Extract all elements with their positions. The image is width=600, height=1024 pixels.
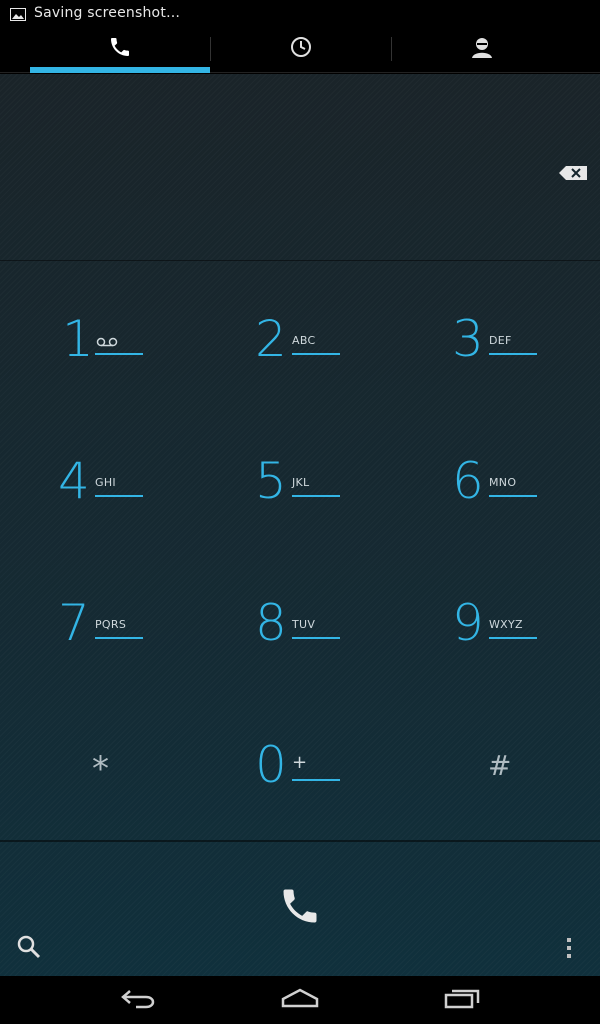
key-4[interactable]: 4 GHI bbox=[20, 416, 180, 526]
clock-icon bbox=[290, 36, 312, 62]
key-6[interactable]: 6 MNO bbox=[414, 416, 574, 526]
key-underline bbox=[489, 637, 537, 639]
home-button[interactable] bbox=[270, 984, 330, 1016]
key-9[interactable]: 9 WXYZ bbox=[414, 558, 574, 668]
key-letters: + bbox=[292, 752, 308, 773]
digits-field[interactable] bbox=[0, 74, 600, 260]
key-digit: 1 bbox=[62, 310, 94, 368]
back-button[interactable] bbox=[108, 984, 168, 1016]
overflow-menu-button[interactable] bbox=[562, 936, 576, 962]
key-digit: 9 bbox=[452, 594, 484, 652]
tab-contacts[interactable] bbox=[392, 25, 572, 73]
key-digit: # bbox=[488, 749, 512, 782]
phone-icon bbox=[108, 35, 132, 63]
notification-text: Saving screenshot… bbox=[34, 4, 181, 21]
key-3[interactable]: 3 DEF bbox=[414, 274, 574, 384]
key-digit: * bbox=[92, 749, 109, 789]
key-underline bbox=[292, 779, 340, 781]
search-icon bbox=[16, 935, 42, 964]
digits-divider bbox=[0, 260, 600, 261]
key-star[interactable]: * bbox=[20, 700, 180, 810]
key-8[interactable]: 8 TUV bbox=[217, 558, 377, 668]
key-digit: 6 bbox=[452, 452, 484, 510]
backspace-button[interactable] bbox=[558, 165, 588, 181]
key-underline bbox=[95, 637, 143, 639]
tab-selected-indicator bbox=[30, 67, 210, 73]
overflow-menu-icon bbox=[562, 938, 576, 966]
key-digit: 5 bbox=[255, 452, 287, 510]
key-letters: ABC bbox=[292, 334, 316, 347]
key-letters: MNO bbox=[489, 476, 517, 489]
phone-icon bbox=[278, 884, 322, 932]
key-letters: DEF bbox=[489, 334, 512, 347]
key-letters: WXYZ bbox=[489, 618, 523, 631]
backspace-icon bbox=[558, 166, 588, 185]
key-underline bbox=[292, 495, 340, 497]
key-letters: JKL bbox=[292, 476, 310, 489]
key-underline bbox=[489, 495, 537, 497]
tab-call-log[interactable] bbox=[211, 25, 391, 73]
key-2[interactable]: 2 ABC bbox=[217, 274, 377, 384]
key-digit: 4 bbox=[58, 452, 90, 510]
tab-bar bbox=[0, 25, 600, 73]
keypad-divider bbox=[0, 840, 600, 842]
image-icon bbox=[10, 6, 26, 21]
tab-dialpad[interactable] bbox=[30, 25, 210, 73]
key-5[interactable]: 5 JKL bbox=[217, 416, 377, 526]
key-letters: TUV bbox=[292, 618, 316, 631]
contacts-icon bbox=[471, 36, 493, 62]
back-icon bbox=[120, 987, 156, 1013]
call-button[interactable] bbox=[270, 878, 330, 938]
key-underline bbox=[95, 353, 143, 355]
key-1[interactable]: 1 bbox=[20, 274, 180, 384]
key-7[interactable]: 7 PQRS bbox=[20, 558, 180, 668]
key-underline bbox=[489, 353, 537, 355]
recents-button[interactable] bbox=[432, 984, 492, 1016]
key-letters: PQRS bbox=[95, 618, 127, 631]
dialer-panel: 1 2 ABC 3 DEF 4 GHI 5 JKL 6 MNO 7 PQRS 8… bbox=[0, 74, 600, 976]
key-underline bbox=[292, 353, 340, 355]
key-letters: GHI bbox=[95, 476, 116, 489]
voicemail-icon bbox=[96, 332, 118, 351]
key-digit: 2 bbox=[255, 310, 287, 368]
key-underline bbox=[95, 495, 143, 497]
key-digit: 0 bbox=[255, 736, 287, 794]
recents-icon bbox=[444, 987, 480, 1013]
key-digit: 7 bbox=[58, 594, 90, 652]
key-0[interactable]: 0 + bbox=[217, 700, 377, 810]
key-digit: 8 bbox=[255, 594, 287, 652]
key-underline bbox=[292, 637, 340, 639]
home-icon bbox=[281, 987, 319, 1013]
navigation-bar bbox=[0, 976, 600, 1024]
key-hash[interactable]: # bbox=[414, 700, 574, 810]
status-bar: Saving screenshot… bbox=[0, 0, 600, 25]
key-digit: 3 bbox=[452, 310, 484, 368]
search-button[interactable] bbox=[16, 934, 44, 962]
